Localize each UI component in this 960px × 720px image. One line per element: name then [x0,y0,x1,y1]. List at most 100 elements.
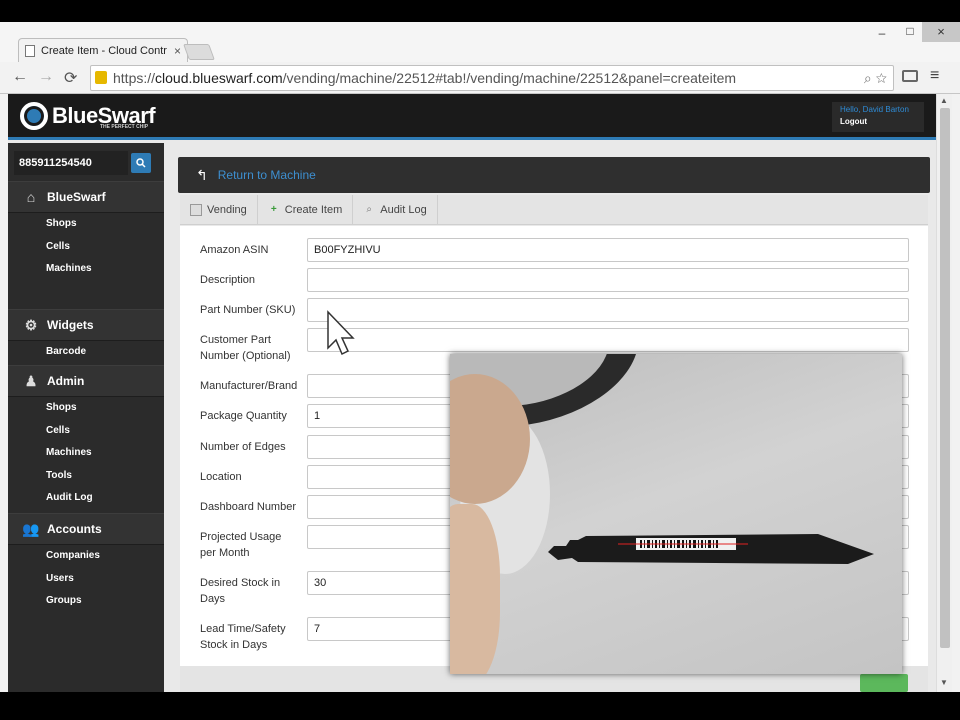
sidebar-item-barcode[interactable]: Barcode [8,341,164,364]
location-label: Location [200,471,242,483]
desired-stock-label: Desired Stock in Days [200,577,281,605]
customer-part-label: Customer Part Number (Optional) [200,334,291,362]
scroll-down-arrow-icon[interactable]: ▼ [940,678,948,687]
nav-head-label: BlueSwarf [47,190,106,204]
lock-icon [95,71,107,84]
tab-label: Create Item [284,203,343,216]
scroll-thumb[interactable] [940,108,950,648]
address-bar[interactable]: https://cloud.blueswarf.com/vending/mach… [90,65,894,91]
description-label: Description [200,274,256,286]
asin-label: Amazon ASIN [200,244,269,256]
sidebar-item-audit-log[interactable]: Audit Log [8,487,164,510]
sidebar-item-shops[interactable]: Shops [8,213,164,236]
close-window-button[interactable]: × [922,22,960,42]
screen: Create Item - Cloud Contr × – □ × ← → ⟳ … [0,0,960,720]
person-icon: ♟ [24,372,38,389]
edges-label: Number of Edges [200,441,286,453]
sidebar-item-admin-shops[interactable]: Shops [8,397,164,420]
save-button[interactable] [860,674,908,692]
fingers-image [450,504,500,674]
maximize-button[interactable]: □ [896,24,924,44]
tab-strip: Create Item - Cloud Contr × – □ × [0,22,960,62]
vending-icon [190,203,202,216]
nav-head-label: Accounts [47,522,102,536]
nav-head-label: Admin [47,374,85,388]
url-scheme: https:// [113,70,156,86]
scroll-up-arrow-icon[interactable]: ▲ [940,96,948,105]
page-scrollbar[interactable]: ▲ ▼ [936,94,952,692]
package-quantity-label: Package Quantity [200,410,287,422]
browser-toolbar: ← → ⟳ https://cloud.blueswarf.com/vendin… [0,62,960,94]
magnifier-icon: ⌕ [366,203,373,215]
cast-icon[interactable] [902,70,918,82]
url-path: /vending/machine/22512#tab!/vending/mach… [282,70,737,86]
search-icon [136,158,146,168]
tab-label: Audit Log [380,203,427,216]
minimize-button[interactable]: – [868,26,896,46]
plus-icon: + [270,203,277,215]
url-host: cloud.blueswarf.com [155,70,283,86]
tab-create-item[interactable]: + Create Item [258,195,354,224]
back-button[interactable]: ← [12,68,28,86]
sidebar-item-machines[interactable]: Machines [8,258,164,281]
nav-head-admin[interactable]: ♟ Admin [8,365,164,397]
home-icon: ⌂ [26,189,36,205]
logout-link[interactable]: Logout [840,117,916,126]
asin-input[interactable]: B00FYZHIVU [307,238,909,262]
tab-title: Create Item - Cloud Contr [41,44,167,57]
nav-head-blueswarf[interactable]: ⌂ BlueSwarf [8,181,164,213]
menu-icon[interactable]: ≡ [930,67,939,85]
nav-section-accounts: 👥 Accounts Companies Users Groups [8,513,164,613]
blueswarf-logo[interactable]: BlueSwarf THE PERFECT CHIP [20,98,156,134]
gear-icon: ⚙ [24,316,38,333]
user-box: Hello, David Barton Logout [832,102,924,132]
return-arrow-icon: ↰ [196,166,208,183]
sidebar-item-companies[interactable]: Companies [8,545,164,568]
sidebar-item-tools[interactable]: Tools [8,465,164,488]
reload-button[interactable]: ⟳ [64,68,77,88]
swirl-logo-icon [20,102,48,130]
saw-blade-image [548,534,874,564]
return-to-machine-bar[interactable]: ↰ Return to Machine [178,157,930,193]
tab-vending[interactable]: Vending [180,195,258,224]
logo-tagline: THE PERFECT CHIP [100,124,149,130]
panel-tabs: Vending + Create Item ⌕ Audit Log [180,195,928,225]
nav-head-accounts[interactable]: 👥 Accounts [8,513,164,545]
sidebar-item-admin-cells[interactable]: Cells [8,420,164,443]
forward-button[interactable]: → [38,68,54,86]
app-header: BlueSwarf THE PERFECT CHIP Hello, David … [8,94,936,140]
manufacturer-label: Manufacturer/Brand [200,380,298,392]
customer-part-input[interactable] [307,328,909,352]
users-icon: 👥 [22,520,40,537]
sidebar: 885911254540 ⌂ BlueSwarf Shops Cells Mach… [8,143,164,692]
dashboard-number-label: Dashboard Number [200,501,296,513]
sidebar-item-cells[interactable]: Cells [8,236,164,259]
sidebar-item-users[interactable]: Users [8,568,164,591]
nav-head-widgets[interactable]: ⚙ Widgets [8,309,164,341]
tab-close-icon[interactable]: × [174,44,181,58]
part-number-input[interactable] [307,298,909,322]
lead-time-label: Lead Time/Safety Stock in Days [200,623,286,651]
nav-head-label: Widgets [47,318,94,332]
new-tab-button[interactable] [183,44,215,60]
nav-section-widgets: ⚙ Widgets Barcode [8,309,164,364]
nav-section-admin: ♟ Admin Shops Cells Machines Tools Audit … [8,365,164,510]
bookmark-star-icon[interactable]: ⌕ ☆ [864,66,887,90]
scanner-video-overlay [450,354,902,674]
projected-usage-label: Projected Usage per Month [200,531,282,559]
sidebar-item-admin-machines[interactable]: Machines [8,442,164,465]
tab-audit-log[interactable]: ⌕ Audit Log [353,195,438,224]
browser-tab-create-item[interactable]: Create Item - Cloud Contr × [18,38,188,62]
return-to-machine-link[interactable]: Return to Machine [218,168,316,182]
search-button[interactable] [131,153,151,173]
user-greeting: Hello, David Barton [840,105,909,114]
description-input[interactable] [307,268,909,292]
part-number-label: Part Number (SKU) [200,304,296,316]
scan-search: 885911254540 [14,151,158,175]
mouse-cursor-icon [327,310,355,356]
page-icon [25,44,35,57]
scan-input[interactable]: 885911254540 [14,151,128,175]
sidebar-item-groups[interactable]: Groups [8,590,164,613]
tab-label: Vending [207,203,247,216]
nav-section-blueswarf: ⌂ BlueSwarf Shops Cells Machines [8,181,164,281]
